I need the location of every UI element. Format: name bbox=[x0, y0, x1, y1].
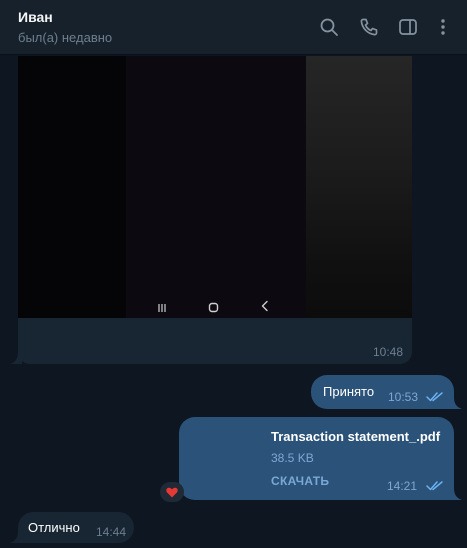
bubble-tail bbox=[10, 531, 22, 543]
bubble-tail bbox=[450, 397, 462, 409]
incoming-message[interactable]: Отлично 14:44 bbox=[18, 512, 134, 543]
file-size: 38.5 KB bbox=[271, 451, 314, 465]
recent-apps-icon bbox=[157, 300, 167, 318]
photo-region-right bbox=[306, 56, 412, 318]
phone-icon[interactable] bbox=[358, 16, 380, 38]
read-checks-icon bbox=[426, 392, 443, 402]
reaction-heart[interactable] bbox=[160, 482, 184, 502]
message-time: 10:53 bbox=[388, 390, 419, 404]
message-text: Принято bbox=[323, 384, 375, 399]
message-time: 14:21 bbox=[387, 479, 418, 493]
home-icon bbox=[208, 300, 219, 318]
photo-message[interactable]: 10:48 bbox=[18, 56, 412, 364]
message-list[interactable]: 10:48 Принято 10:53 Transaction statemen… bbox=[0, 56, 467, 548]
chat-header[interactable]: Иван был(а) недавно bbox=[0, 0, 467, 55]
photo-preview[interactable] bbox=[18, 56, 412, 318]
bubble-tail bbox=[10, 352, 22, 364]
file-name[interactable]: Transaction statement_.pdf bbox=[271, 429, 440, 444]
download-button[interactable]: СКАЧАТЬ bbox=[271, 474, 329, 488]
heart-icon bbox=[166, 487, 178, 497]
sidebar-toggle-icon[interactable] bbox=[397, 16, 419, 38]
read-checks-icon bbox=[426, 481, 443, 491]
photo-caption-area: 10:48 bbox=[18, 318, 412, 364]
message-time: 10:48 bbox=[372, 345, 403, 359]
photo-region-left bbox=[18, 56, 126, 318]
message-time: 14:44 bbox=[96, 525, 127, 539]
search-icon[interactable] bbox=[318, 16, 340, 38]
message-text: Отлично bbox=[28, 520, 80, 535]
contact-name[interactable]: Иван bbox=[18, 9, 53, 25]
outgoing-message[interactable]: Принято 10:53 bbox=[311, 375, 454, 409]
contact-status: был(а) недавно bbox=[18, 30, 113, 45]
android-nav-bar bbox=[18, 294, 412, 318]
back-icon bbox=[260, 299, 270, 317]
photo-region-middle bbox=[126, 56, 306, 318]
chat-window: Иван был(а) недавно 10:48 Принято 10:53 … bbox=[0, 0, 467, 548]
bubble-tail bbox=[450, 488, 462, 500]
more-vertical-icon[interactable] bbox=[432, 16, 454, 38]
file-message[interactable]: Transaction statement_.pdf 38.5 KB СКАЧА… bbox=[179, 417, 454, 500]
